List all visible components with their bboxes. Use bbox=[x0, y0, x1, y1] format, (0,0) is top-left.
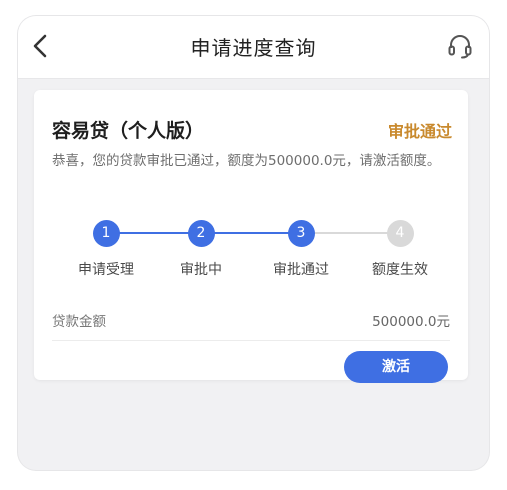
step-number: 3 bbox=[287, 220, 315, 247]
headset-icon bbox=[448, 35, 472, 59]
approval-message: 恭喜，您的贷款审批已通过，额度为500000.0元，请激活额度。 bbox=[52, 153, 441, 169]
back-button[interactable] bbox=[26, 32, 54, 60]
chevron-left-icon bbox=[33, 34, 47, 58]
step-number: 1 bbox=[92, 220, 120, 247]
step-label: 额度生效 bbox=[372, 262, 428, 278]
progress-steps: 1 申请受理 2 审批中 3 审批通过 4 额度生效 bbox=[34, 218, 468, 288]
divider bbox=[52, 340, 450, 341]
step-item: 4 额度生效 bbox=[350, 218, 450, 279]
step-item: 3 审批通过 bbox=[251, 218, 351, 279]
step-number: 2 bbox=[187, 220, 215, 247]
customer-service-button[interactable] bbox=[445, 31, 475, 61]
step-number: 4 bbox=[386, 220, 414, 247]
page-title: 申请进度查询 bbox=[190, 36, 317, 60]
step-label: 审批通过 bbox=[273, 262, 329, 278]
nav-header: 申请进度查询 bbox=[18, 16, 489, 79]
loan-amount-row: 贷款金额 500000.0元 bbox=[52, 310, 450, 334]
product-name: 容易贷（个人版） bbox=[52, 120, 205, 142]
step-item: 2 审批中 bbox=[151, 218, 251, 279]
step-item: 1 申请受理 bbox=[56, 218, 156, 279]
app-screen: 申请进度查询 容易贷（个人版） 审批通过 恭喜，您的贷款审批已通过，额度为500… bbox=[18, 16, 489, 470]
loan-amount-label: 贷款金额 bbox=[52, 314, 106, 330]
loan-amount-value: 500000.0元 bbox=[372, 314, 450, 330]
step-label: 审批中 bbox=[180, 262, 222, 278]
loan-progress-card: 容易贷（个人版） 审批通过 恭喜，您的贷款审批已通过，额度为500000.0元，… bbox=[34, 90, 468, 383]
activate-button[interactable]: 激活 bbox=[344, 351, 448, 383]
status-badge: 审批通过 bbox=[387, 122, 452, 141]
step-label: 申请受理 bbox=[78, 262, 134, 278]
